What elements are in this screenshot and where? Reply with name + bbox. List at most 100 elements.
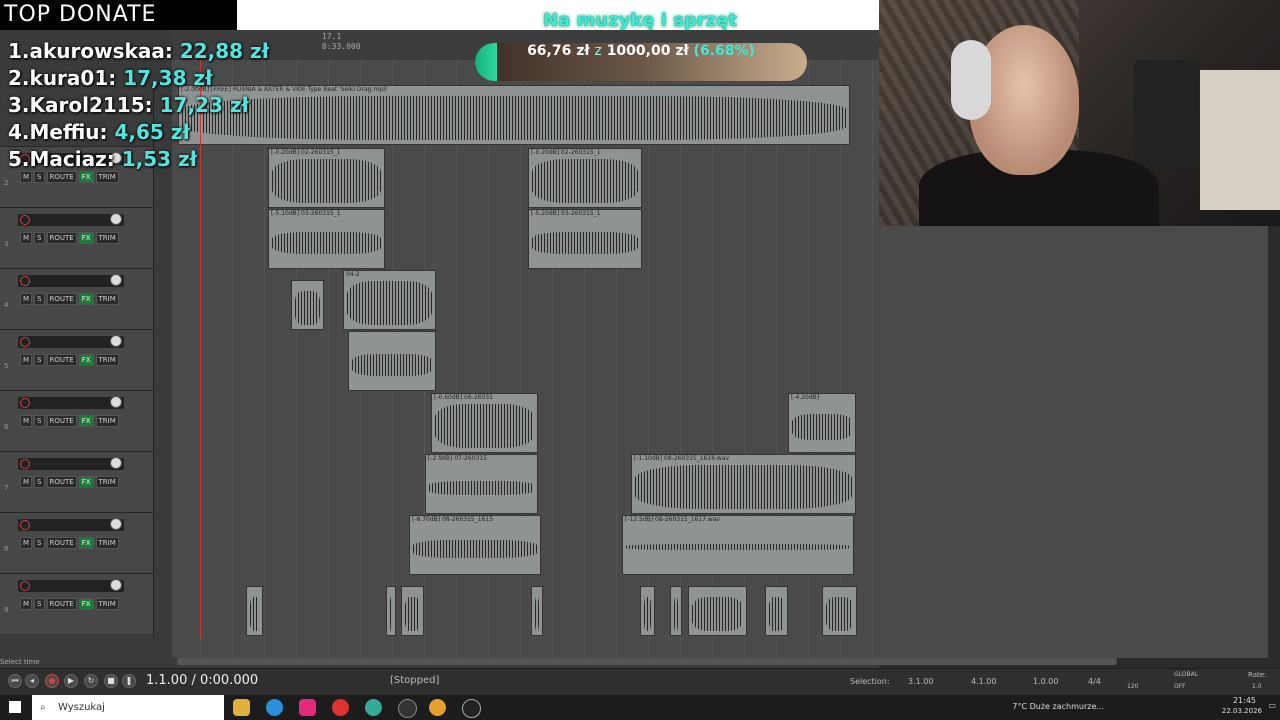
media-item[interactable] (822, 586, 857, 636)
track-name-field[interactable] (18, 214, 124, 226)
record-arm-icon[interactable] (20, 337, 30, 347)
fx-button[interactable]: FX (78, 354, 94, 366)
media-item[interactable] (348, 331, 436, 391)
rate-value[interactable]: 1.0 (1252, 683, 1262, 690)
volume-knob[interactable] (110, 274, 122, 286)
media-item[interactable] (401, 586, 424, 636)
trim-button[interactable]: TRIM (95, 415, 119, 427)
tiktok-icon[interactable] (299, 699, 316, 716)
record-arm-icon[interactable] (20, 398, 30, 408)
global-state[interactable]: OFF (1174, 683, 1186, 690)
stop-button[interactable]: ■ (104, 674, 118, 688)
record-arm-icon[interactable] (20, 520, 30, 530)
media-item[interactable]: [-2.00dB] [FREE] RUSNIA & ASTER & VKIE T… (178, 85, 850, 145)
media-item[interactable]: [-0.20dB] 02-260315_1 (268, 148, 385, 208)
track-header[interactable]: M S ROUTE FX TRIM 8 (0, 512, 153, 573)
loop-icon[interactable]: ↻ (84, 674, 98, 688)
fx-button[interactable]: FX (78, 415, 94, 427)
fx-button[interactable]: FX (78, 598, 94, 610)
media-item[interactable] (531, 586, 543, 636)
chrome-alt-icon[interactable] (429, 699, 446, 716)
trim-button[interactable]: TRIM (95, 598, 119, 610)
windows-start-icon[interactable] (9, 701, 21, 713)
media-item[interactable] (765, 586, 788, 636)
mute-button[interactable]: M (20, 476, 33, 488)
record-arm-icon[interactable] (20, 215, 30, 225)
reaper-icon[interactable] (462, 699, 481, 718)
mute-button[interactable]: M (20, 354, 33, 366)
track-header[interactable]: M S ROUTE FX TRIM 6 (0, 390, 153, 451)
fx-button[interactable]: FX (78, 232, 94, 244)
media-item[interactable] (291, 280, 324, 330)
track-header[interactable]: M S ROUTE FX TRIM 5 (0, 329, 153, 390)
go-to-start-icon[interactable]: ⏮ (8, 674, 22, 688)
volume-knob[interactable] (110, 396, 122, 408)
chrome-icon[interactable] (332, 699, 349, 716)
volume-knob[interactable] (110, 579, 122, 591)
media-item[interactable] (670, 586, 682, 636)
trim-button[interactable]: TRIM (95, 293, 119, 305)
media-item[interactable] (640, 586, 655, 636)
solo-button[interactable]: S (34, 293, 45, 305)
route-button[interactable]: ROUTE (46, 354, 77, 366)
trim-button[interactable]: TRIM (95, 354, 119, 366)
track-name-field[interactable] (18, 458, 124, 470)
time-signature[interactable]: 4/4 (1088, 677, 1101, 686)
play-button[interactable]: ▶ (64, 674, 78, 688)
record-arm-icon[interactable] (20, 459, 30, 469)
media-item[interactable]: [-4.20dB] (788, 393, 856, 453)
track-name-field[interactable] (18, 397, 124, 409)
edge-icon[interactable] (266, 699, 283, 716)
route-button[interactable]: ROUTE (46, 537, 77, 549)
volume-knob[interactable] (110, 457, 122, 469)
weather-text[interactable]: 7°C Duże zachmurze... (1012, 702, 1104, 711)
track-name-field[interactable] (18, 336, 124, 348)
fx-button[interactable]: FX (78, 476, 94, 488)
selection-end[interactable]: 4.1.00 (971, 677, 996, 686)
trim-button[interactable]: TRIM (95, 537, 119, 549)
fx-button[interactable]: FX (78, 537, 94, 549)
selection-length[interactable]: 1.0.00 (1033, 677, 1058, 686)
media-item[interactable]: [-5.20dB] 03-260315_1 (528, 209, 642, 269)
track-header[interactable]: M S ROUTE FX TRIM 9 (0, 573, 153, 634)
track-name-field[interactable] (18, 275, 124, 287)
record-arm-icon[interactable] (20, 581, 30, 591)
file-explorer-icon[interactable] (233, 699, 250, 716)
solo-button[interactable]: S (34, 232, 45, 244)
media-item[interactable]: [-2.9dB] 07-260315 (425, 454, 538, 514)
solo-button[interactable]: S (34, 476, 45, 488)
media-item[interactable]: [-0.60dB] 06-26031 (431, 393, 538, 453)
rewind-icon[interactable]: ◂ (25, 674, 39, 688)
track-header[interactable]: M S ROUTE FX TRIM 4 (0, 268, 153, 329)
media-item[interactable]: [-1.10dB] 08-260315_1616.wav (631, 454, 856, 514)
track-header[interactable]: M S ROUTE FX TRIM 3 (0, 207, 153, 268)
pause-button[interactable]: ❚ (122, 674, 136, 688)
solo-button[interactable]: S (34, 537, 45, 549)
selection-start[interactable]: 3.1.00 (908, 677, 933, 686)
media-item[interactable]: [-8.70dB] 08-260315_1615 (409, 515, 541, 575)
route-button[interactable]: ROUTE (46, 598, 77, 610)
record-arm-icon[interactable] (20, 276, 30, 286)
track-header[interactable]: M S ROUTE FX TRIM 7 (0, 451, 153, 512)
chrome-profile-icon[interactable] (365, 699, 382, 716)
mute-button[interactable]: M (20, 293, 33, 305)
taskbar-search-input[interactable]: ⌕ Wyszukaj (32, 695, 224, 720)
route-button[interactable]: ROUTE (46, 232, 77, 244)
route-button[interactable]: ROUTE (46, 293, 77, 305)
media-item[interactable]: [-5.10dB] 03-260315_1 (268, 209, 385, 269)
trim-button[interactable]: TRIM (95, 476, 119, 488)
volume-knob[interactable] (110, 518, 122, 530)
mute-button[interactable]: M (20, 598, 33, 610)
media-item[interactable]: [-0.20dB] 02-260315_1 (528, 148, 642, 208)
volume-knob[interactable] (110, 213, 122, 225)
volume-knob[interactable] (110, 335, 122, 347)
record-button[interactable]: ● (45, 674, 59, 688)
route-button[interactable]: ROUTE (46, 476, 77, 488)
media-item[interactable]: [-12.5dB] 08-260315_1617.wav (622, 515, 854, 575)
mute-button[interactable]: M (20, 415, 33, 427)
media-item[interactable]: 04-2 (343, 270, 436, 330)
solo-button[interactable]: S (34, 598, 45, 610)
clock-time[interactable]: 21:45 (1233, 696, 1256, 705)
solo-button[interactable]: S (34, 415, 45, 427)
bpm-value[interactable]: 120 (1127, 683, 1138, 690)
